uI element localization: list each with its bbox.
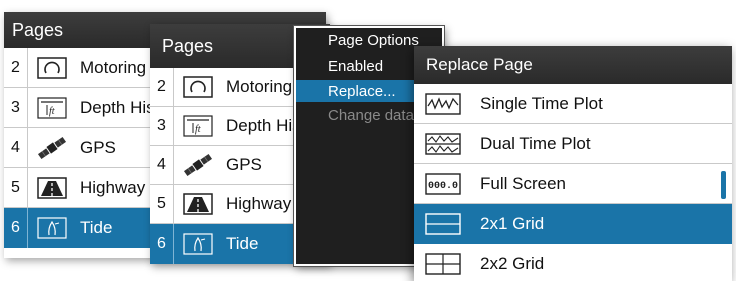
row-label: GPS bbox=[226, 155, 262, 174]
row-number: 2 bbox=[4, 48, 28, 87]
panel-title: Pages bbox=[12, 19, 64, 40]
panel-title: Pages bbox=[162, 35, 214, 56]
row-number: 2 bbox=[150, 68, 174, 106]
row-label: Motoring bbox=[80, 57, 147, 77]
replace-option-full-screen[interactable]: 000.0 Full Screen bbox=[414, 164, 732, 204]
option-label: Full Screen bbox=[480, 173, 566, 193]
row-label: GPS bbox=[80, 137, 116, 157]
replace-page-header: Replace Page bbox=[414, 46, 732, 84]
panel-title: Replace Page bbox=[426, 55, 533, 74]
svg-text:ft: ft bbox=[195, 124, 201, 135]
scrollbar-thumb[interactable] bbox=[721, 171, 726, 199]
depth-history-icon: ft bbox=[34, 95, 70, 121]
option-label: Dual Time Plot bbox=[480, 133, 591, 153]
row-number: 5 bbox=[150, 185, 174, 223]
row-number: 6 bbox=[4, 208, 28, 248]
row-number: 6 bbox=[150, 224, 174, 264]
motoring-icon bbox=[34, 55, 70, 81]
row-number: 3 bbox=[4, 88, 28, 127]
option-label: 2x1 Grid bbox=[480, 214, 545, 233]
grid-2x1-icon bbox=[424, 213, 462, 235]
tide-icon bbox=[34, 215, 70, 241]
row-label: Highway bbox=[80, 177, 146, 197]
full-screen-icon-text: 000.0 bbox=[428, 181, 458, 192]
gps-satellite-icon bbox=[180, 152, 216, 178]
row-number: 5 bbox=[4, 168, 28, 207]
row-label: Tide bbox=[226, 234, 259, 253]
page-options-title: Page Options bbox=[328, 32, 419, 49]
replace-option-2x1-grid[interactable]: 2x1 Grid bbox=[414, 204, 732, 244]
highway-icon bbox=[34, 175, 70, 201]
highway-icon bbox=[180, 191, 216, 217]
row-label: Highway bbox=[226, 194, 292, 213]
dual-time-plot-icon bbox=[424, 132, 462, 155]
replace-page-panel: Replace Page Single Time Plot Dual Time … bbox=[414, 46, 732, 281]
tide-icon bbox=[180, 231, 216, 257]
option-label: 2x2 Grid bbox=[480, 253, 545, 273]
row-label: Motoring bbox=[226, 77, 293, 96]
replace-option-2x2-grid[interactable]: 2x2 Grid bbox=[414, 244, 732, 281]
gps-satellite-icon bbox=[34, 135, 70, 161]
single-time-plot-icon bbox=[424, 92, 462, 115]
replace-option-dual-time-plot[interactable]: Dual Time Plot bbox=[414, 124, 732, 164]
full-screen-icon: 000.0 bbox=[424, 172, 462, 195]
grid-2x2-icon bbox=[424, 252, 462, 275]
row-label: Tide bbox=[80, 218, 113, 237]
replace-option-single-time-plot[interactable]: Single Time Plot bbox=[414, 84, 732, 124]
depth-history-icon: ft bbox=[180, 113, 216, 139]
row-number: 3 bbox=[150, 107, 174, 145]
svg-text:ft: ft bbox=[49, 106, 55, 117]
row-number: 4 bbox=[150, 146, 174, 184]
row-number: 4 bbox=[4, 128, 28, 167]
option-label: Single Time Plot bbox=[480, 93, 603, 113]
motoring-icon bbox=[180, 74, 216, 100]
